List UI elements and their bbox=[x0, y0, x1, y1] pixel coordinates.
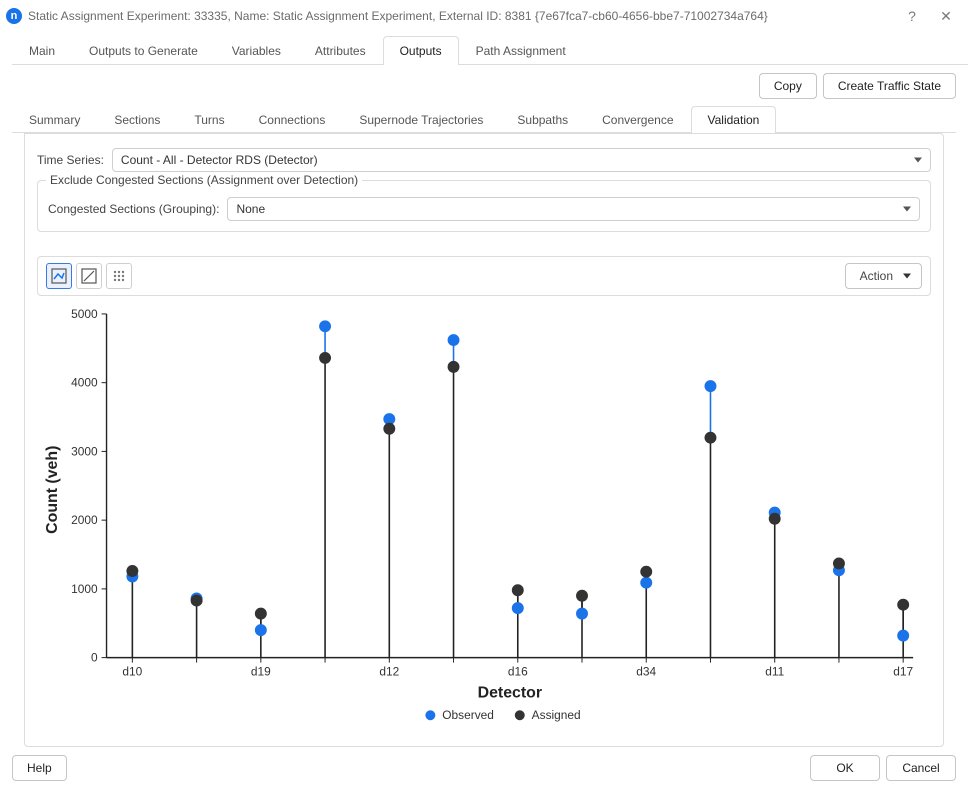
svg-text:d19: d19 bbox=[251, 664, 271, 678]
tab-turns[interactable]: Turns bbox=[177, 106, 241, 133]
title-bar: n Static Assignment Experiment: 33335, N… bbox=[0, 0, 968, 32]
svg-text:d11: d11 bbox=[765, 664, 784, 678]
close-icon[interactable]: ✕ bbox=[932, 5, 960, 27]
svg-text:3000: 3000 bbox=[71, 444, 98, 458]
content-frame: Time Series: Count - All - Detector RDS … bbox=[24, 133, 944, 747]
ok-button[interactable]: OK bbox=[810, 755, 880, 781]
chart-type-grid-icon[interactable] bbox=[106, 263, 132, 289]
svg-text:d34: d34 bbox=[636, 664, 656, 678]
congested-sections-select[interactable]: None bbox=[227, 197, 920, 221]
chart-area: 0 1000 2000 3000 4000 5000 d10 d19 d12 d16 d34 d11 d… bbox=[37, 304, 931, 734]
svg-text:4000: 4000 bbox=[71, 376, 98, 390]
svg-text:d16: d16 bbox=[508, 664, 528, 678]
tab-attributes[interactable]: Attributes bbox=[298, 36, 383, 65]
exclude-congested-legend: Exclude Congested Sections (Assignment o… bbox=[46, 173, 362, 187]
svg-text:Count (veh): Count (veh) bbox=[44, 446, 61, 534]
chart-action-dropdown[interactable]: Action bbox=[845, 263, 922, 289]
tab-path-assignment[interactable]: Path Assignment bbox=[459, 36, 583, 65]
svg-text:0: 0 bbox=[91, 651, 98, 665]
time-series-select[interactable]: Count - All - Detector RDS (Detector) bbox=[112, 148, 931, 172]
tab-main[interactable]: Main bbox=[12, 36, 72, 65]
svg-text:1000: 1000 bbox=[71, 582, 98, 596]
tab-supernode[interactable]: Supernode Trajectories bbox=[342, 106, 500, 133]
chart-action-label: Action bbox=[860, 269, 893, 283]
copy-button[interactable]: Copy bbox=[759, 73, 817, 99]
tab-sections[interactable]: Sections bbox=[97, 106, 177, 133]
window-title: Static Assignment Experiment: 33335, Nam… bbox=[28, 9, 892, 23]
app-icon: n bbox=[6, 8, 22, 24]
time-series-label: Time Series: bbox=[37, 153, 104, 167]
svg-text:2000: 2000 bbox=[71, 513, 98, 527]
time-series-row: Time Series: Count - All - Detector RDS … bbox=[37, 148, 931, 172]
help-icon[interactable]: ? bbox=[898, 5, 926, 27]
chart-type-line-icon[interactable] bbox=[46, 263, 72, 289]
upper-actions: Copy Create Traffic State bbox=[0, 65, 968, 105]
tab-summary[interactable]: Summary bbox=[12, 106, 97, 133]
tab-variables[interactable]: Variables bbox=[215, 36, 298, 65]
svg-text:Assigned: Assigned bbox=[532, 708, 581, 722]
svg-text:Observed: Observed bbox=[442, 708, 494, 722]
svg-text:d17: d17 bbox=[893, 664, 913, 678]
time-series-value: Count - All - Detector RDS (Detector) bbox=[121, 153, 318, 167]
congested-sections-label: Congested Sections (Grouping): bbox=[48, 202, 219, 216]
outer-tabs: Main Outputs to Generate Variables Attri… bbox=[12, 35, 968, 65]
svg-text:5000: 5000 bbox=[71, 307, 98, 321]
svg-text:Detector: Detector bbox=[478, 684, 542, 701]
tab-validation[interactable]: Validation bbox=[691, 106, 777, 133]
tab-convergence[interactable]: Convergence bbox=[585, 106, 690, 133]
inner-tabs: Summary Sections Turns Connections Super… bbox=[12, 105, 956, 133]
create-traffic-state-button[interactable]: Create Traffic State bbox=[823, 73, 956, 99]
exclude-congested-fieldset: Exclude Congested Sections (Assignment o… bbox=[37, 180, 931, 232]
tab-subpaths[interactable]: Subpaths bbox=[500, 106, 585, 133]
tab-outputs[interactable]: Outputs bbox=[383, 36, 459, 65]
tab-outputs-generate[interactable]: Outputs to Generate bbox=[72, 36, 215, 65]
svg-text:d10: d10 bbox=[122, 664, 142, 678]
cancel-button[interactable]: Cancel bbox=[886, 755, 956, 781]
svg-text:d12: d12 bbox=[379, 664, 399, 678]
chart-toolbar: Action bbox=[37, 256, 931, 296]
footer: Help OK Cancel bbox=[0, 747, 968, 789]
congested-sections-value: None bbox=[236, 202, 265, 216]
chart-type-scatter-icon[interactable] bbox=[76, 263, 102, 289]
help-button[interactable]: Help bbox=[12, 755, 67, 781]
tab-connections[interactable]: Connections bbox=[242, 106, 343, 133]
